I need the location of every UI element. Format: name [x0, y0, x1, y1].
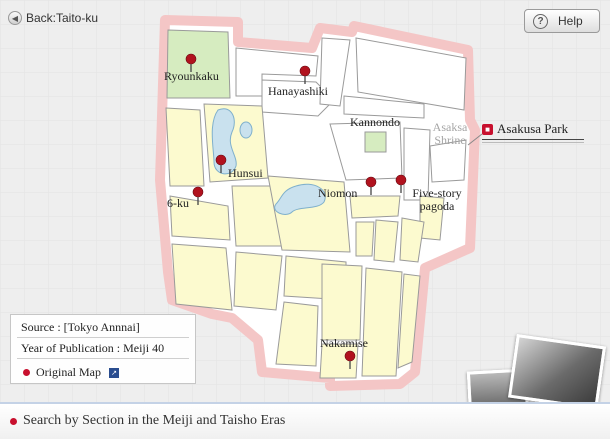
search-by-section-link[interactable]: Search by Section in the Meiji and Taish… [10, 413, 285, 429]
label-ryounkaku[interactable]: Ryounkaku [164, 70, 219, 83]
asakusa-park-label: Asakusa Park [497, 121, 569, 136]
divider [17, 358, 189, 359]
historical-photo-large [507, 334, 607, 410]
ryounkaku-block [166, 29, 231, 99]
bullet-icon [23, 369, 30, 376]
label-6ku[interactable]: 6-ku [167, 197, 189, 210]
label-asakusa-shrine[interactable]: Asaksa Shrine [426, 121, 474, 147]
park-underline-shadow [482, 142, 584, 143]
question-icon: ? [533, 13, 548, 29]
divider [17, 337, 189, 338]
back-arrow-icon: ◀ [8, 11, 22, 25]
original-map-link[interactable]: Original Map ↗ [23, 365, 119, 380]
label-nakamise[interactable]: Nakamise [320, 337, 368, 350]
label-kannondo[interactable]: Kannondo [350, 116, 400, 129]
kannondo-block [364, 131, 387, 153]
footer-bar: Search by Section in the Meiji and Taish… [0, 402, 610, 439]
back-label: Back:Taito-ku [26, 11, 99, 25]
label-hunsui[interactable]: Hunsui [228, 167, 263, 180]
label-hanayashiki[interactable]: Hanayashiki [268, 85, 328, 98]
park-underline [482, 139, 584, 140]
publication-year-text: Year of Publication : Meiji 40 [21, 341, 165, 355]
external-link-icon: ↗ [109, 367, 119, 378]
help-button[interactable]: ? Help [524, 9, 600, 33]
original-map-label: Original Map [36, 365, 101, 379]
label-five-story-pagoda[interactable]: Five-story pagoda [404, 187, 470, 213]
bullet-icon [10, 417, 17, 425]
search-by-section-label: Search by Section in the Meiji and Taish… [23, 413, 286, 428]
back-button[interactable]: ◀ Back:Taito-ku [8, 9, 98, 27]
camera-icon: ■ [482, 123, 493, 135]
source-info-box: Source : [Tokyo Annnai] Year of Publicat… [10, 314, 196, 384]
source-text: Source : [Tokyo Annnai] [21, 320, 140, 334]
label-niomon[interactable]: Niomon [318, 187, 357, 200]
asakusa-park-link[interactable]: ■ Asakusa Park [482, 121, 568, 137]
help-label: Help [558, 14, 583, 28]
